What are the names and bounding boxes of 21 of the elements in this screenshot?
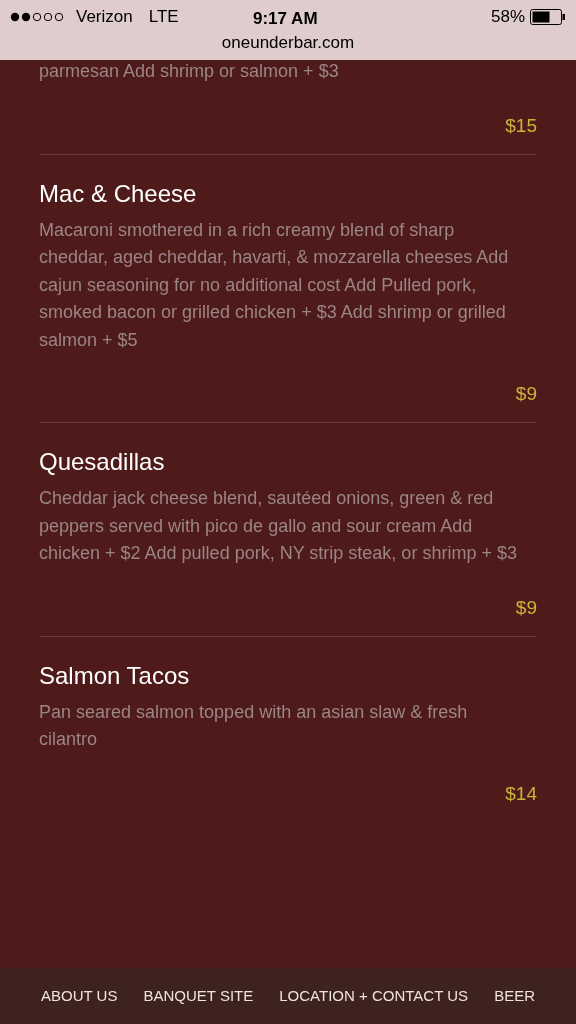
footer-link[interactable]: LOCATION + CONTACT US <box>279 984 469 1008</box>
carrier-name: Verizon <box>76 5 133 28</box>
dish-price: $14 <box>505 781 537 806</box>
dish-price: $15 <box>505 113 537 138</box>
dish-description: parmesan Add shrimp or salmon + $3 <box>39 60 340 83</box>
dish-price: $9 <box>515 595 537 620</box>
footer-link[interactable]: BEER <box>494 984 535 1008</box>
dish-description: Pan seared salmon topped with an asian slaw & fresh cilantro <box>39 700 469 751</box>
dish-name: Mac & Cheese <box>39 178 198 209</box>
dish-name: Quesadillas <box>39 447 166 477</box>
footer-link[interactable]: BANQUET SITE <box>143 984 254 1008</box>
dish-description: Macaroni smothered in a rich creamy blend of sharp cheddar, aged cheddar, havarti, & mozzarella cheeses Add cajun seasoning for no additional cost Add Pulled pork, smoked bacon or grilled chicken + $3 Add shrimp or grilled salmon + $5 <box>39 218 510 352</box>
network-type: LTE <box>148 5 179 28</box>
dish-description: Cheddar jack cheese blend, sautéed onions, green & red peppers served with pico de gallo and sour cream Add chicken + $2 Add pulled pork, NY strip steak, or shrimp + $3 <box>39 487 518 565</box>
url-text[interactable]: oneunderbar.com <box>0 33 576 53</box>
dish-name: Salmon Tacos <box>39 660 191 691</box>
battery-percent: 58% <box>490 5 525 28</box>
dish-price: $9 <box>515 382 537 406</box>
battery-icon <box>530 8 566 25</box>
clock-time: 9:17 AM <box>253 8 318 30</box>
footer-link[interactable]: ABOUT US <box>41 984 118 1008</box>
